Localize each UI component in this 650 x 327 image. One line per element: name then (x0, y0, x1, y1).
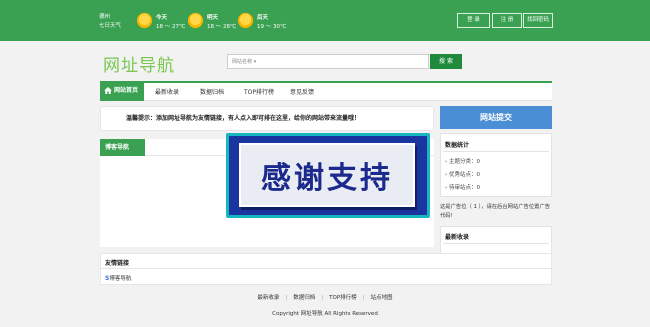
nav-item-archive[interactable]: 数据归档 (200, 87, 224, 96)
chevron-down-icon: ▾ (253, 59, 257, 65)
nav-item-feedback[interactable]: 意见反馈 (290, 87, 314, 96)
recent-box: 最新收录 (440, 226, 552, 256)
nav-item-top[interactable]: TOP排行榜 (244, 87, 274, 96)
footer-link-sitemap[interactable]: 站点地图 (371, 295, 393, 301)
friend-links: 友情链接 S博客导航 (100, 253, 552, 285)
ad-spot-text: 这是广告位（ 1 ），请在后台网站广告位置广告代码! (440, 204, 551, 219)
main-nav: 网站首页 最新收录 数据归档 TOP排行榜 意见反馈 (100, 81, 552, 101)
friend-link-item[interactable]: S博客导航 (105, 274, 131, 282)
city-name: 德州 (99, 14, 111, 20)
top-bar: 德州 七日天气 今天 18 ～ 27℃ 明天 18 ～ 28℃ 后天 19 ～ … (0, 0, 650, 41)
weather-temp: 18 ～ 27℃ (156, 24, 186, 30)
register-button[interactable]: 注 册 (492, 13, 522, 28)
home-icon (104, 87, 112, 94)
nav-item-latest[interactable]: 最新收录 (155, 87, 179, 96)
ad-banner[interactable]: 感谢支持 (226, 133, 430, 218)
nav-home-label: 网站首页 (114, 87, 139, 94)
weather-day-label: 后天 (257, 15, 269, 21)
search-button[interactable]: 搜 索 (430, 54, 462, 69)
site-logo[interactable]: 网址导航 (103, 51, 175, 76)
sun-icon (237, 12, 254, 29)
week-weather-link[interactable]: 七日天气 (99, 22, 121, 31)
stats-box: 数据统计 › 主题分类：0 › 优秀站点：0 › 待审站点：0 (440, 133, 552, 197)
ad-banner-text: 感谢支持 (239, 143, 415, 207)
submit-site-button[interactable]: 网站提交 (440, 106, 552, 129)
forgot-password-button[interactable]: 找回密码 (523, 13, 553, 28)
footer-link-top[interactable]: TOP排行榜 (329, 295, 357, 301)
login-button[interactable]: 登 录 (457, 13, 490, 28)
search-type-select[interactable]: 网站名称 ▾ (232, 58, 256, 65)
search-box: 网站名称 ▾ (227, 54, 429, 69)
footer-nav: 最新收录 | 数据归档 | TOP排行榜 | 站点地图 (0, 293, 650, 301)
divider (443, 243, 549, 244)
stats-row: › 主题分类：0 (445, 159, 480, 165)
footer-link-latest[interactable]: 最新收录 (257, 295, 279, 301)
sun-icon (136, 12, 153, 29)
footer-link-archive[interactable]: 数据归档 (293, 295, 315, 301)
search-type-label: 网站名称 (232, 59, 253, 65)
divider: | (321, 295, 324, 301)
stat-categories: 主题分类：0 (448, 159, 480, 165)
divider (443, 151, 549, 152)
copyright: Copyright 网址导航 All Rights Reserved (272, 311, 378, 317)
weather-city[interactable]: 德州 七日天气 (99, 13, 121, 31)
stat-pending: 待审站点：0 (448, 185, 480, 191)
stats-row: › 待审站点：0 (445, 185, 480, 191)
notice-bar: 温馨提示：添加网址导航为友情链接，有人点入即可排在这里，给你的网站带来流量哦！ (100, 106, 434, 131)
weather-temp: 19 ～ 30℃ (257, 24, 287, 30)
divider (101, 268, 551, 269)
recent-title: 最新收录 (445, 234, 470, 241)
weather-day-label: 明天 (207, 15, 219, 21)
nav-home[interactable]: 网站首页 (100, 81, 144, 101)
stats-title: 数据统计 (445, 142, 470, 149)
friend-links-title: 友情链接 (105, 260, 130, 267)
search-input[interactable] (268, 56, 426, 67)
stat-featured: 优秀站点：0 (448, 172, 480, 178)
divider: | (362, 295, 365, 301)
sun-icon (187, 12, 204, 29)
weather-day-label: 今天 (156, 15, 168, 21)
stats-row: › 优秀站点：0 (445, 172, 480, 178)
weather-temp: 18 ～ 28℃ (207, 24, 237, 30)
divider: | (285, 295, 288, 301)
friend-link-label: 博客导航 (109, 276, 132, 282)
tab-blog-nav[interactable]: 博客导航 (100, 139, 145, 156)
header: 网址导航 网站名称 ▾ 搜 索 (0, 41, 650, 81)
